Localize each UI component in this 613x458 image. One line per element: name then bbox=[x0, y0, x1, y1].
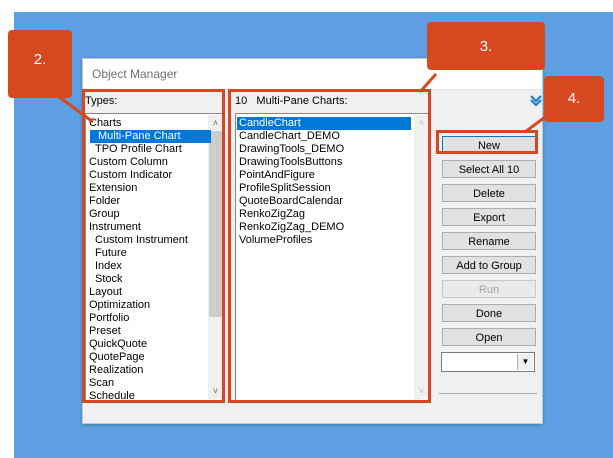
callout-3: 3. bbox=[427, 22, 545, 70]
callout-2: 2. bbox=[8, 30, 72, 98]
leader-2 bbox=[57, 94, 94, 124]
callout-4: 4. bbox=[544, 76, 604, 122]
leader-3 bbox=[418, 73, 438, 93]
